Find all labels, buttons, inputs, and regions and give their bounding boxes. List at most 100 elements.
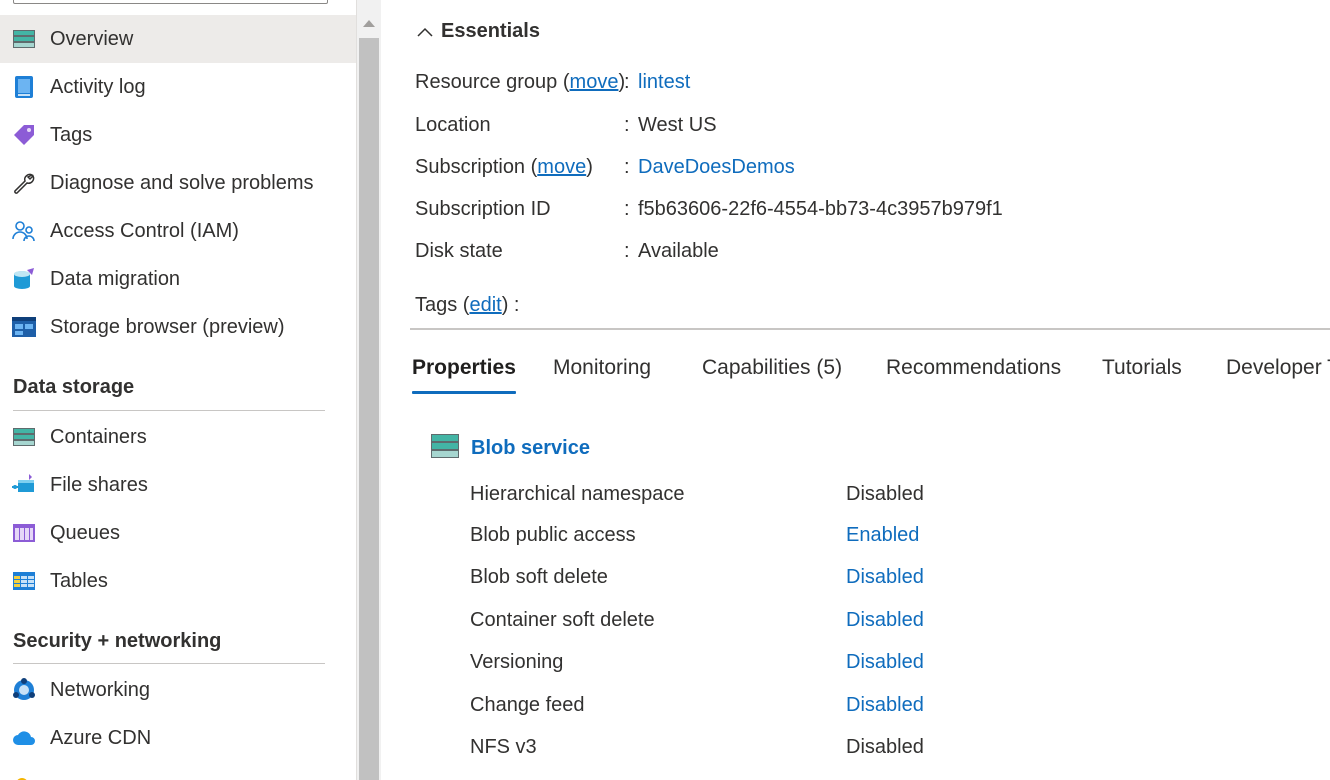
resource-group-link[interactable]: lintest: [638, 71, 690, 94]
blob-row-hierarchical-namespace: Hierarchical namespace Disabled: [470, 480, 924, 508]
blob-row-versioning: Versioning Disabled: [470, 648, 924, 676]
colon: :: [624, 70, 630, 93]
sidebar-item-label: Networking: [50, 678, 151, 701]
storage-overview-icon: [12, 27, 36, 51]
sidebar-item-networking[interactable]: Networking: [0, 666, 356, 714]
sidebar-item-azure-cdn[interactable]: Azure CDN: [0, 714, 356, 762]
sidebar-item-access-control[interactable]: Access Control (IAM): [0, 207, 356, 255]
sidebar-item-tables[interactable]: Tables: [0, 557, 356, 605]
sidebar-item-data-migration[interactable]: Data migration: [0, 255, 356, 303]
subscription-link[interactable]: DaveDoesDemos: [638, 156, 795, 179]
colon: :: [624, 197, 630, 220]
tab-tutorials[interactable]: Tutorials: [1102, 350, 1182, 394]
blob-row-container-soft-delete: Container soft delete Disabled: [470, 606, 924, 634]
sidebar-item-label: Data migration: [50, 267, 181, 290]
tab-properties[interactable]: Properties: [412, 350, 516, 394]
container-soft-delete-link[interactable]: Disabled: [846, 609, 924, 632]
blob-service-icon: [431, 434, 459, 463]
edit-tags-link[interactable]: edit: [469, 294, 501, 316]
blob-prop-label: Blob soft delete: [470, 565, 608, 588]
location-value: West US: [638, 113, 717, 136]
subscription-id-value: f5b63606-22f6-4554-bb73-4c3957b979f1: [638, 197, 1003, 220]
sidebar-item-label: Storage browser (preview): [50, 315, 285, 338]
data-migration-icon: [12, 267, 36, 291]
cloud-icon: [12, 726, 36, 750]
blob-prop-label: Change feed: [470, 693, 585, 716]
prop-label: Disk state: [415, 239, 503, 262]
menu-search-input[interactable]: [13, 0, 328, 4]
blob-row-soft-delete: Blob soft delete Disabled: [470, 563, 924, 591]
section-divider: [13, 663, 325, 664]
scroll-thumb[interactable]: [359, 38, 379, 780]
move-subscription-link[interactable]: move: [537, 156, 586, 178]
prop-label: Resource group: [415, 70, 558, 93]
queues-icon: [12, 521, 36, 545]
essentials-row-resource-group: Resource group (move) : lintest: [415, 70, 691, 94]
networking-icon: [12, 678, 36, 702]
key-icon: [12, 774, 36, 780]
sidebar-item-label: Containers: [50, 425, 147, 448]
blob-public-access-link[interactable]: Enabled: [846, 524, 919, 547]
essentials-row-tags: Tags (edit) :: [415, 294, 520, 316]
essentials-row-disk-state: Disk state : Available: [415, 237, 719, 265]
change-feed-link[interactable]: Disabled: [846, 694, 924, 717]
section-heading-security-networking: Security + networking: [13, 630, 222, 652]
sidebar-item-activity-log[interactable]: Activity log: [0, 63, 356, 111]
sidebar-item-overview[interactable]: Overview: [0, 15, 356, 63]
tab-monitoring[interactable]: Monitoring: [553, 350, 651, 394]
disk-state-value: Available: [638, 239, 719, 262]
versioning-link[interactable]: Disabled: [846, 651, 924, 674]
tag-icon: [12, 123, 36, 147]
essentials-row-location: Location : West US: [415, 111, 717, 139]
sidebar-item-queues[interactable]: Queues: [0, 509, 356, 557]
sidebar-item-containers[interactable]: Containers: [0, 413, 356, 461]
blob-row-public-access: Blob public access Enabled: [470, 521, 919, 549]
blob-prop-value: Disabled: [846, 482, 924, 505]
sidebar-item-partial[interactable]: [0, 762, 356, 780]
activity-log-icon: [12, 75, 36, 99]
blob-row-change-feed: Change feed Disabled: [470, 691, 924, 719]
blob-prop-value: Disabled: [846, 735, 924, 758]
sidebar-item-storage-browser[interactable]: Storage browser (preview): [0, 303, 356, 351]
move-resource-group-link[interactable]: move: [570, 71, 619, 93]
chevron-up-icon: [417, 27, 433, 37]
prop-label: Subscription: [415, 155, 526, 178]
sidebar-item-label: File shares: [50, 473, 148, 496]
tab-developer-tools[interactable]: Developer T: [1226, 350, 1330, 394]
storage-browser-icon: [12, 315, 36, 339]
sidebar-item-label: Azure CDN: [50, 726, 152, 749]
tab-capabilities[interactable]: Capabilities (5): [702, 350, 842, 394]
scroll-up-arrow-icon[interactable]: [363, 20, 375, 27]
essentials-divider: [410, 328, 1330, 330]
blob-service-link[interactable]: Blob service: [471, 437, 590, 460]
tags-label: Tags: [415, 294, 458, 316]
blob-prop-label: Versioning: [470, 650, 564, 673]
prop-label: Subscription ID: [415, 197, 551, 220]
blob-prop-label: Hierarchical namespace: [470, 482, 685, 505]
essentials-title: Essentials: [441, 20, 540, 42]
containers-icon: [12, 425, 36, 449]
resource-menu: Overview Activity log Tags Diagnose and …: [0, 0, 356, 780]
sidebar-item-diagnose[interactable]: Diagnose and solve problems: [0, 159, 356, 207]
people-icon: [12, 219, 36, 243]
sidebar-scrollbar[interactable]: [356, 0, 381, 780]
blob-service-header: Blob service: [431, 434, 590, 463]
prop-label: Location: [415, 113, 491, 136]
sidebar-item-file-shares[interactable]: File shares: [0, 461, 356, 509]
sidebar-item-tags[interactable]: Tags: [0, 111, 356, 159]
section-heading-data-storage: Data storage: [13, 376, 135, 398]
blob-soft-delete-link[interactable]: Disabled: [846, 566, 924, 589]
sidebar-item-label: Tags: [50, 123, 93, 146]
overview-content: Essentials Resource group (move) : linte…: [381, 0, 1330, 780]
tables-icon: [12, 569, 36, 593]
essentials-toggle[interactable]: Essentials: [415, 20, 540, 43]
blob-prop-label: Container soft delete: [470, 608, 655, 631]
tab-recommendations[interactable]: Recommendations: [886, 350, 1061, 394]
sidebar-item-label: Activity log: [50, 75, 146, 98]
sidebar-item-label: Overview: [50, 27, 134, 50]
sidebar-item-label: Access Control (IAM): [50, 219, 239, 242]
colon: :: [624, 155, 630, 178]
wrench-icon: [12, 171, 36, 195]
colon: :: [624, 239, 630, 262]
blob-prop-label: NFS v3: [470, 735, 537, 758]
